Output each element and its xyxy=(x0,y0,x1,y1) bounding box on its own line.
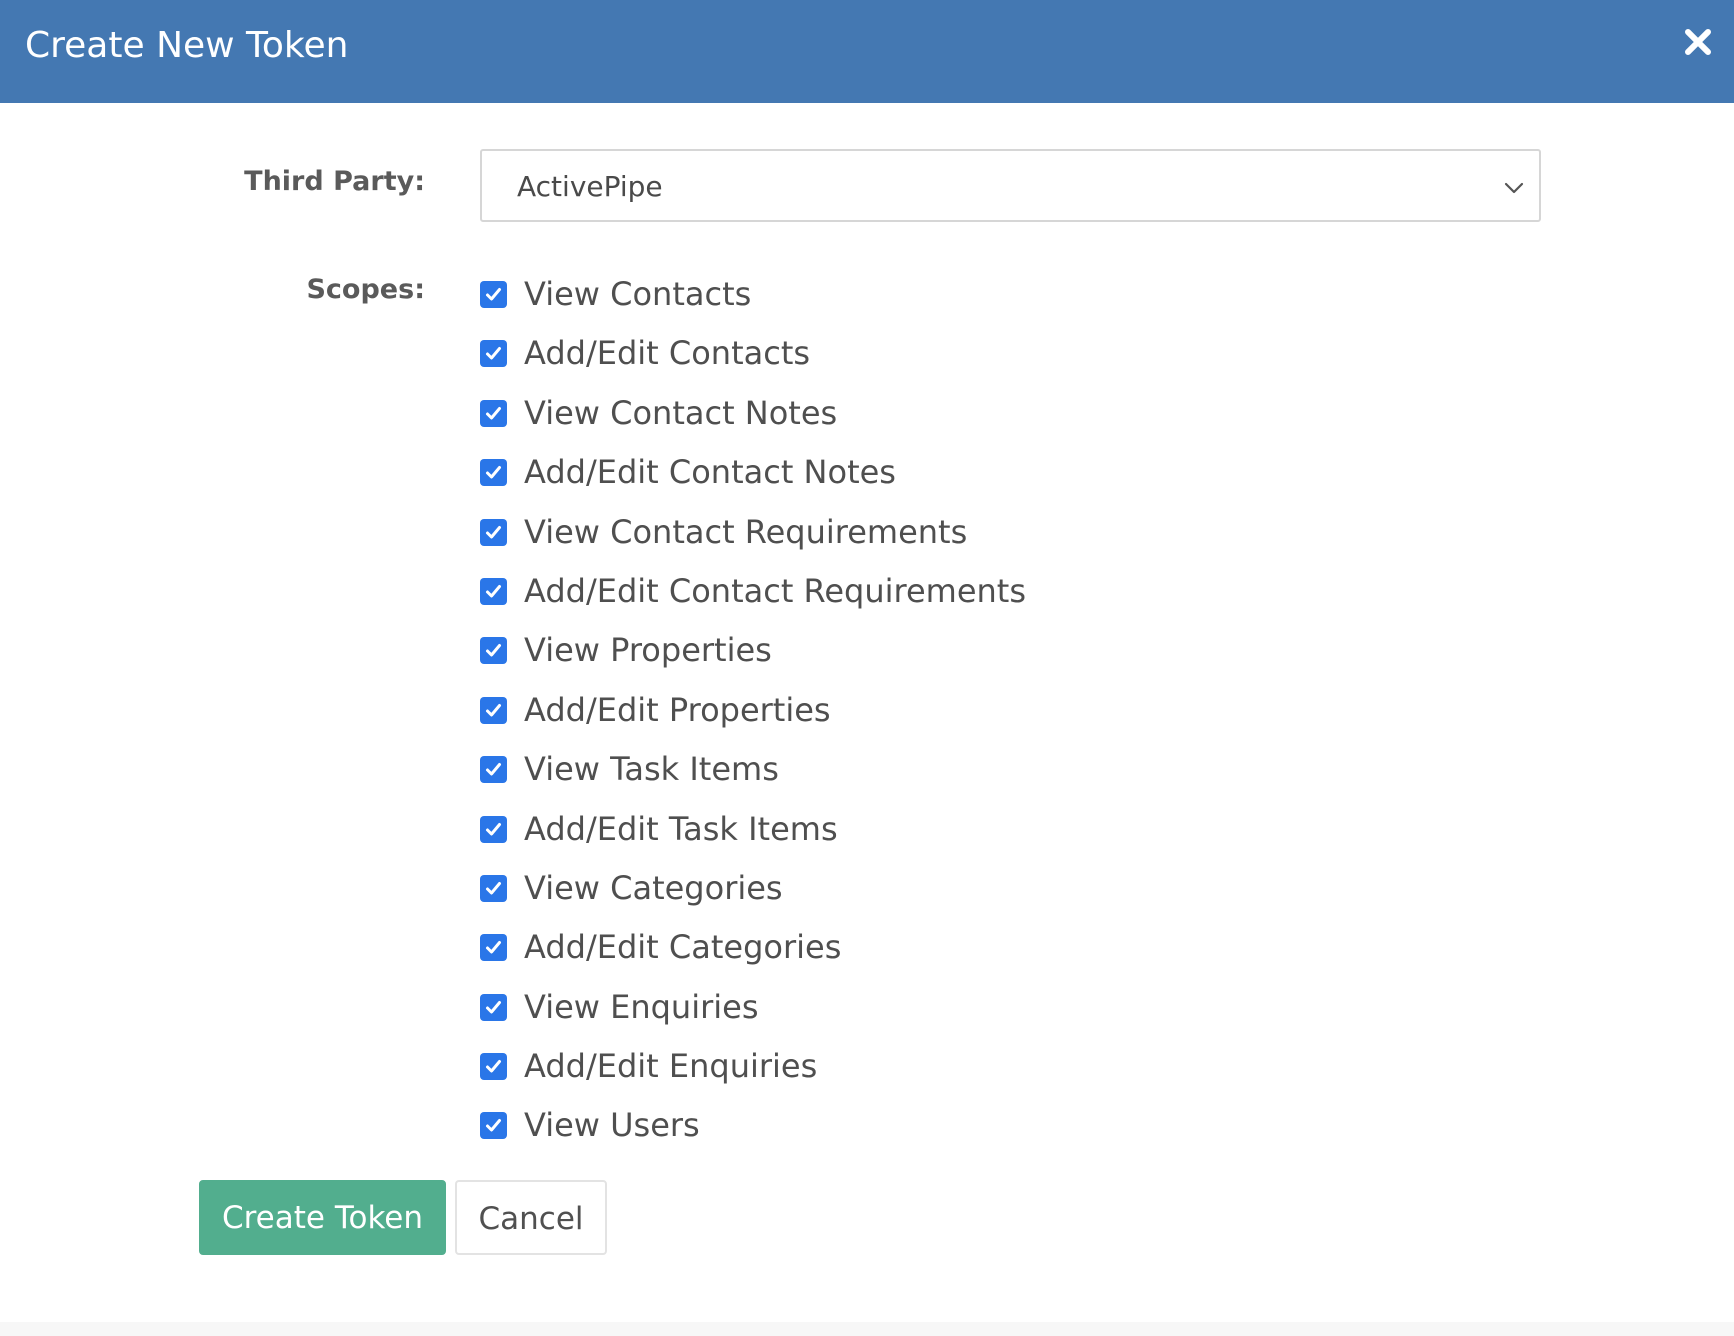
checkmark-icon xyxy=(486,406,501,420)
checkmark-icon xyxy=(486,288,501,301)
scope-checkbox[interactable] xyxy=(480,874,507,902)
modal-title: Create New Token xyxy=(25,25,349,66)
close-icon[interactable] xyxy=(1680,24,1716,60)
scope-checkbox[interactable] xyxy=(480,399,507,427)
scope-checkbox[interactable] xyxy=(480,756,507,784)
third-party-select[interactable]: ActivePipe xyxy=(480,149,1541,222)
scope-item[interactable]: Add/Edit Categories xyxy=(480,924,1580,983)
checkmark-icon xyxy=(486,703,501,717)
scope-label: View Contacts xyxy=(524,275,752,313)
scopes-list: View Contacts Add/Edit Contacts View Conta… xyxy=(480,271,1580,1162)
scope-checkbox[interactable] xyxy=(480,577,507,605)
scope-label: View Properties xyxy=(524,631,772,670)
cancel-button[interactable]: Cancel xyxy=(455,1180,607,1255)
modal-header: Create New Token xyxy=(0,0,1734,103)
checkmark-icon xyxy=(486,941,501,954)
checkmark-icon xyxy=(486,584,501,598)
scope-label: View Contact Notes xyxy=(524,393,838,432)
scope-item[interactable]: View Task Items xyxy=(480,746,1580,805)
scope-item[interactable]: Add/Edit Enquiries xyxy=(480,1043,1580,1102)
scope-label: Add/Edit Contact Notes xyxy=(524,453,896,492)
scope-item[interactable]: View Users xyxy=(480,1102,1580,1161)
scope-checkbox[interactable] xyxy=(480,993,507,1021)
chevron-down-icon xyxy=(1504,182,1524,194)
scope-item[interactable]: View Enquiries xyxy=(480,984,1580,1043)
scope-label: View Users xyxy=(524,1106,700,1145)
scope-label: View Contact Requirements xyxy=(524,512,968,551)
scope-checkbox[interactable] xyxy=(480,696,507,724)
scope-label: Add/Edit Task Items xyxy=(524,809,838,848)
scope-item[interactable]: View Properties xyxy=(480,627,1580,686)
scope-label: View Enquiries xyxy=(524,987,759,1026)
checkmark-icon xyxy=(486,822,501,836)
checkmark-icon xyxy=(486,763,501,776)
create-token-button[interactable]: Create Token xyxy=(199,1180,446,1255)
scope-checkbox[interactable] xyxy=(480,637,507,665)
scope-checkbox[interactable] xyxy=(480,459,507,487)
checkmark-icon xyxy=(486,644,501,657)
checkmark-icon xyxy=(486,347,501,360)
scope-label: Add/Edit Properties xyxy=(524,690,831,729)
checkmark-icon xyxy=(486,1060,501,1073)
checkmark-icon xyxy=(486,881,501,895)
scope-checkbox[interactable] xyxy=(480,815,507,843)
scope-checkbox[interactable] xyxy=(480,934,507,962)
scope-label: Add/Edit Categories xyxy=(524,928,842,967)
third-party-label: Third Party: xyxy=(244,166,425,197)
scope-checkbox[interactable] xyxy=(480,281,507,308)
modal-footer-edge xyxy=(0,1322,1734,1336)
scope-checkbox[interactable] xyxy=(480,340,507,368)
scope-label: View Task Items xyxy=(524,750,779,789)
scope-item[interactable]: View Categories xyxy=(480,865,1580,924)
scope-item[interactable]: Add/Edit Task Items xyxy=(480,806,1580,865)
third-party-selected-value: ActivePipe xyxy=(517,170,663,203)
scope-checkbox[interactable] xyxy=(480,1053,507,1081)
scope-item[interactable]: View Contact Requirements xyxy=(480,509,1580,568)
scope-item[interactable]: Add/Edit Contact Notes xyxy=(480,449,1580,508)
scope-checkbox[interactable] xyxy=(480,518,507,546)
scope-label: Add/Edit Contacts xyxy=(524,334,811,373)
checkmark-icon xyxy=(486,1000,501,1014)
scope-item[interactable]: Add/Edit Contact Requirements xyxy=(480,568,1580,627)
checkmark-icon xyxy=(486,1119,501,1132)
scope-item[interactable]: View Contact Notes xyxy=(480,390,1580,449)
checkmark-icon xyxy=(486,525,501,539)
scope-label: View Categories xyxy=(524,868,783,907)
scope-item[interactable]: Add/Edit Properties xyxy=(480,687,1580,746)
scope-item[interactable]: View Contacts xyxy=(480,271,1580,330)
scope-label: Add/Edit Enquiries xyxy=(524,1047,818,1086)
scopes-label: Scopes: xyxy=(306,274,425,305)
scope-checkbox[interactable] xyxy=(480,1112,507,1140)
scope-label: Add/Edit Contact Requirements xyxy=(524,571,1027,610)
checkmark-icon xyxy=(486,466,501,479)
scope-item[interactable]: Add/Edit Contacts xyxy=(480,330,1580,389)
